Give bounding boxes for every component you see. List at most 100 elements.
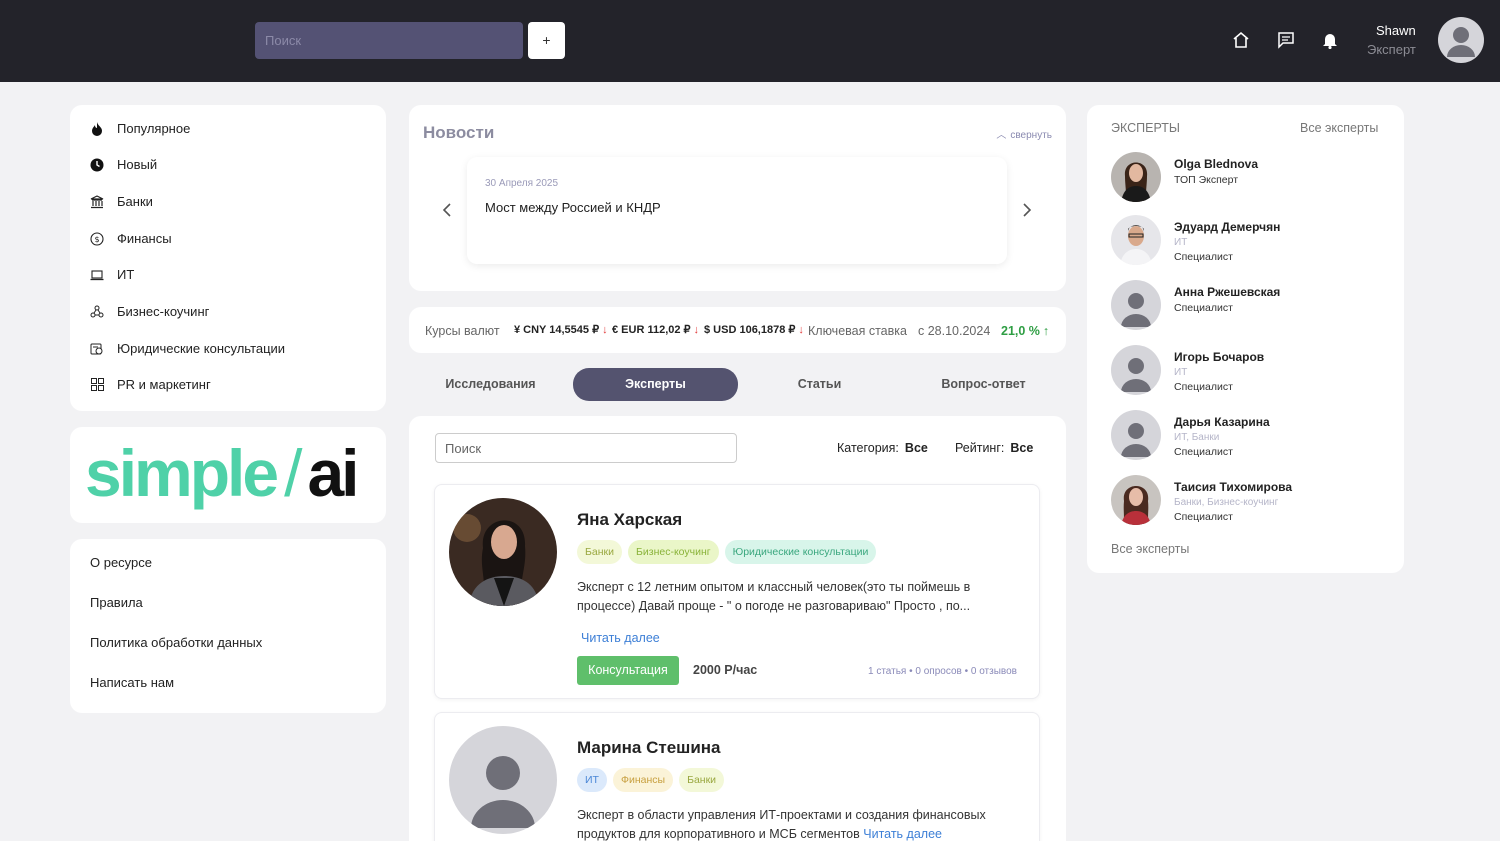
footer-links-card: О ресурсе Правила Политика обработки дан… [70, 539, 386, 713]
expert-name: Эдуард Демерчян [1174, 220, 1281, 234]
all-experts-footer-link[interactable]: Все эксперты [1111, 542, 1189, 556]
tag-finance[interactable]: Финансы [612, 768, 674, 792]
experts-panel-title: ЭКСПЕРТЫ [1111, 121, 1180, 135]
key-rate-label: Ключевая ставка [808, 324, 907, 338]
experts-search-input[interactable]: Поиск [435, 433, 737, 463]
chevron-right-icon[interactable] [1022, 202, 1032, 223]
tab-qa[interactable]: Вопрос-ответ [901, 368, 1066, 401]
consultation-button[interactable]: Консультация [577, 656, 679, 685]
arrow-down-icon: ↓ [798, 324, 804, 336]
currency-rates-card: Курсы валют ¥ CNY 14,5545 ₽ ↓ € EUR 112,0… [409, 307, 1066, 353]
expert-list-item[interactable]: Анна Ржешевская Специалист [1111, 280, 1280, 330]
news-item[interactable]: 30 Апреля 2025 Мост между Россией и КНДР [467, 157, 1007, 264]
expert-avatar[interactable] [449, 726, 557, 834]
key-rate-date: с 28.10.2024 [918, 324, 991, 338]
expert-description: Эксперт с 12 летним опытом и классный че… [577, 580, 971, 613]
sidebar-item-new[interactable]: Новый [90, 157, 157, 172]
simple-ai-logo[interactable]: simple / ai [85, 433, 359, 513]
clock-icon [90, 158, 104, 172]
expert-name: Olga Blednova [1174, 157, 1259, 171]
user-role: Эксперт [1367, 42, 1416, 57]
expert-name[interactable]: Яна Харская [577, 510, 682, 530]
expert-avatar [1111, 215, 1161, 265]
expert-role: ТОП Эксперт [1174, 174, 1239, 186]
collapse-button[interactable]: ︿ свернуть [996, 126, 1052, 141]
logo-card: simple / ai [70, 427, 386, 523]
link-privacy-policy[interactable]: Политика обработки данных [90, 635, 262, 650]
tag-it[interactable]: ИТ [577, 768, 607, 792]
expert-name: Анна Ржешевская [1174, 285, 1281, 299]
expert-avatar [1111, 345, 1161, 395]
expert-name: Таисия Тихомирова [1174, 480, 1293, 494]
tag-legal[interactable]: Юридические консультации [724, 540, 877, 564]
svg-text:$: $ [94, 235, 99, 244]
expert-list-item[interactable]: Таисия Тихомирова Банки, Бизнес-коучинг … [1111, 475, 1292, 525]
expert-tags: ИТ Финансы Банки [577, 768, 730, 792]
expert-price: 2000 Р/час [693, 663, 758, 677]
sidebar-item-label: ИТ [117, 267, 135, 282]
expert-list-item[interactable]: Olga Blednova ТОП Эксперт [1111, 152, 1258, 202]
sidebar-item-pr[interactable]: PR и маркетинг [90, 377, 211, 392]
dollar-coin-icon: $ [90, 231, 104, 246]
chat-icon[interactable] [1276, 30, 1296, 50]
expert-avatar[interactable] [449, 498, 557, 606]
expert-categories: ИТ, Банки [1174, 432, 1220, 443]
read-more-link[interactable]: Читать далее [581, 631, 660, 645]
top-navbar: Поиск + Shawn Эксперт [0, 0, 1500, 82]
user-avatar[interactable] [1438, 17, 1484, 63]
link-rules[interactable]: Правила [90, 595, 143, 610]
sidebar-item-finance[interactable]: $ Финансы [90, 231, 172, 246]
sidebar-item-banks[interactable]: Банки [90, 194, 153, 209]
expert-tags: Банки Бизнес-коучинг Юридические консуль… [577, 540, 882, 564]
grid-icon [90, 378, 104, 392]
expert-avatar [1111, 475, 1161, 525]
news-headline: Мост между Россией и КНДР [485, 200, 661, 215]
expert-list-item[interactable]: Эдуард Демерчян ИТ Специалист [1111, 215, 1280, 265]
rating-filter[interactable]: Рейтинг: Все [955, 441, 1033, 455]
expert-list-item[interactable]: Игорь Бочаров ИТ Специалист [1111, 345, 1264, 395]
link-contact[interactable]: Написать нам [90, 675, 174, 690]
chevron-left-icon[interactable] [442, 202, 452, 223]
all-experts-link[interactable]: Все эксперты [1300, 121, 1378, 135]
experts-panel: ЭКСПЕРТЫ Все эксперты Olga Blednova ТОП … [1087, 105, 1404, 573]
tag-banks[interactable]: Банки [577, 540, 622, 564]
read-more-link[interactable]: Читать далее [863, 827, 942, 841]
add-button[interactable]: + [528, 22, 565, 59]
expert-avatar [1111, 152, 1161, 202]
expert-list-item[interactable]: Дарья Казарина ИТ, Банки Специалист [1111, 410, 1270, 460]
sidebar-item-label: Популярное [117, 121, 191, 136]
expert-card[interactable]: Яна Харская Банки Бизнес-коучинг Юридиче… [434, 484, 1040, 699]
header-search-input[interactable]: Поиск [255, 22, 523, 59]
home-icon[interactable] [1231, 30, 1251, 50]
sidebar-item-label: Юридические консультации [117, 341, 286, 356]
bank-icon [90, 194, 104, 209]
experts-list-card: Поиск Категория: Все Рейтинг: Все Яна Харс… [409, 416, 1066, 841]
expert-role: Специалист [1174, 302, 1233, 314]
sidebar-item-legal[interactable]: Юридические консультации [90, 341, 285, 356]
sidebar-item-label: Бизнес-коучинг [117, 304, 210, 319]
sidebar-item-label: Банки [117, 194, 153, 209]
sidebar-item-label: Новый [117, 157, 158, 172]
expert-name: Игорь Бочаров [1174, 350, 1265, 364]
category-filter[interactable]: Категория: Все [837, 441, 928, 455]
tab-experts[interactable]: Эксперты [573, 368, 738, 401]
arrow-down-icon: ↓ [602, 324, 608, 336]
sidebar-item-coaching[interactable]: Бизнес-коучинг [90, 304, 209, 319]
key-rate-value: 21,0 % ↑ [1001, 324, 1050, 338]
expert-card[interactable]: Марина Стешина ИТ Финансы Банки Эксперт … [434, 712, 1040, 841]
tag-coaching[interactable]: Бизнес-коучинг [628, 540, 719, 564]
rates-label: Курсы валют [425, 324, 500, 338]
tab-research[interactable]: Исследования [408, 368, 573, 401]
bell-icon[interactable] [1320, 30, 1340, 50]
sidebar-item-it[interactable]: ИТ [90, 267, 134, 282]
sidebar-item-popular[interactable]: Популярное [90, 121, 190, 136]
tab-articles[interactable]: Статьи [737, 368, 902, 401]
rate-usd: $ USD 106,1878 ₽ ↓ [704, 324, 804, 336]
link-about[interactable]: О ресурсе [90, 555, 152, 570]
tag-banks[interactable]: Банки [679, 768, 725, 792]
laptop-icon [90, 268, 104, 282]
sidebar-item-label: PR и маркетинг [117, 377, 211, 392]
expert-role: Специалист [1174, 251, 1233, 263]
expert-name[interactable]: Марина Стешина [577, 738, 721, 758]
expert-avatar [1111, 280, 1161, 330]
